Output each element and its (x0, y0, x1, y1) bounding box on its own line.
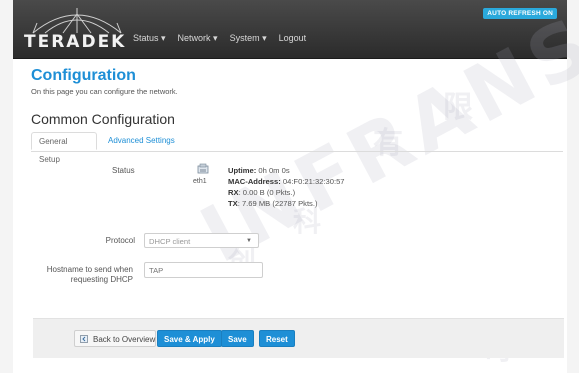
rx-line: RX: 0.00 B (0 Pkts.) (228, 188, 295, 197)
tx-line: TX: 7.69 MB (22787 Pkts.) (228, 199, 318, 208)
chevron-down-icon: ▼ (246, 238, 252, 244)
tx-label: TX (228, 199, 238, 208)
ethernet-icon (197, 163, 209, 174)
antenna-logo-icon (32, 8, 122, 34)
nav-status[interactable]: Status ▾ (133, 33, 166, 44)
save-button[interactable]: Save (221, 330, 254, 347)
rx-value: : 0.00 B (0 Pkts.) (238, 188, 296, 197)
protocol-value: DHCP client (149, 237, 191, 246)
mac-value: 04:F0:21:32:30:57 (282, 177, 345, 186)
nav-system[interactable]: System ▾ (230, 33, 267, 44)
auto-refresh-badge[interactable]: AUTO REFRESH ON (483, 8, 557, 19)
page-description: On this page you can configure the netwo… (31, 87, 178, 96)
uptime-label: Uptime: (228, 166, 257, 175)
teradek-logo[interactable]: TERADEK (23, 5, 131, 52)
reset-button[interactable]: Reset (259, 330, 295, 347)
rx-label: RX (228, 188, 239, 197)
hostname-label: Hostname to send when requesting DHCP (33, 265, 133, 285)
back-to-overview-button[interactable]: Back to Overview (74, 330, 156, 347)
save-apply-button[interactable]: Save & Apply (157, 330, 222, 347)
tx-value: : 7.69 MB (22787 Pkts.) (237, 199, 318, 208)
page-title: Configuration (31, 67, 136, 84)
footer-actions: Back to Overview Save & Apply Save Reset (33, 318, 564, 358)
app-frame: TERADEK Status ▾ Network ▾ System ▾ Logo… (13, 0, 579, 373)
hostname-label-line1: Hostname to send when (46, 265, 133, 274)
uptime-line: Uptime: 0h 0m 0s (228, 166, 290, 175)
mac-label: MAC-Address: (228, 177, 281, 186)
section-title: Common Configuration (31, 111, 175, 127)
status-label: Status (112, 166, 135, 175)
back-label: Back to Overview (93, 335, 156, 344)
logo-text: TERADEK (24, 32, 127, 52)
tab-general-setup[interactable]: General Setup (31, 132, 97, 164)
main-nav: Status ▾ Network ▾ System ▾ Logout (133, 33, 306, 44)
protocol-select[interactable]: DHCP client ▼ (144, 233, 259, 248)
config-tabs: General Setup Advanced Settings (31, 132, 563, 164)
nav-network[interactable]: Network ▾ (178, 33, 218, 44)
top-header: TERADEK Status ▾ Network ▾ System ▾ Logo… (13, 0, 567, 59)
tab-advanced-settings[interactable]: Advanced Settings (101, 132, 182, 150)
protocol-label: Protocol (105, 236, 135, 245)
mac-line: MAC-Address: 04:F0:21:32:30:57 (228, 177, 345, 186)
watermark-char: 限 (443, 90, 473, 125)
hostname-input[interactable] (144, 262, 263, 278)
nav-logout[interactable]: Logout (279, 33, 307, 44)
interface-label: eth1 (193, 178, 207, 185)
uptime-value: 0h 0m 0s (258, 166, 290, 175)
hostname-label-line2: requesting DHCP (70, 275, 133, 284)
back-icon (80, 335, 88, 343)
